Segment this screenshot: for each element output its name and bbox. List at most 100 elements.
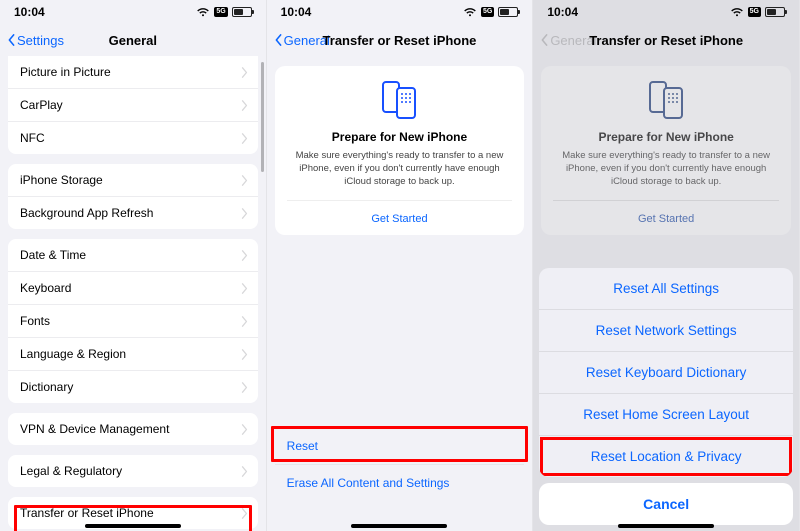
row-legal-regulatory[interactable]: Legal & Regulatory [8, 455, 258, 487]
nav-bar: General Transfer or Reset iPhone [533, 24, 799, 56]
battery-icon [498, 7, 518, 17]
status-time: 10:04 [14, 5, 45, 19]
two-iphones-icon [644, 80, 688, 120]
home-indicator[interactable] [85, 524, 181, 528]
home-indicator[interactable] [618, 524, 714, 528]
screen-reset-action-sheet: 10:04 5G General Transfer or Reset iPhon… [533, 0, 800, 531]
group-media: Picture in Picture CarPlay NFC [8, 56, 258, 154]
row-label: Language & Region [20, 347, 126, 361]
back-label: Settings [17, 33, 64, 48]
group-localization: Date & Time Keyboard Fonts Language & Re… [8, 239, 258, 403]
chevron-right-icon [241, 208, 248, 219]
status-time: 10:04 [547, 5, 578, 19]
chevron-right-icon [241, 175, 248, 186]
back-label: General [550, 33, 596, 48]
chevron-right-icon [241, 382, 248, 393]
row-label: Fonts [20, 314, 50, 328]
card-subtitle: Make sure everything's ready to transfer… [553, 150, 779, 188]
sheet-row-label: Reset Location & Privacy [591, 449, 742, 464]
row-label: Picture in Picture [20, 65, 111, 79]
sheet-reset-location-privacy[interactable]: Reset Location & Privacy [539, 436, 793, 477]
network-5g-badge: 5G [214, 7, 227, 17]
row-label: VPN & Device Management [20, 422, 169, 436]
home-indicator[interactable] [351, 524, 447, 528]
row-label: Legal & Regulatory [20, 464, 122, 478]
sheet-cancel-button[interactable]: Cancel [539, 483, 793, 525]
sheet-reset-keyboard-dictionary[interactable]: Reset Keyboard Dictionary [539, 352, 793, 394]
status-bar: 10:04 5G [0, 0, 266, 24]
back-settings[interactable]: Settings [8, 33, 64, 48]
sheet-reset-all-settings[interactable]: Reset All Settings [539, 268, 793, 310]
row-label: NFC [20, 131, 45, 145]
chevron-right-icon [241, 100, 248, 111]
group-legal: Legal & Regulatory [8, 455, 258, 487]
row-carplay[interactable]: CarPlay [8, 89, 258, 122]
group-vpn: VPN & Device Management [8, 413, 258, 445]
status-bar: 10:04 5G [533, 0, 799, 24]
battery-icon [232, 7, 252, 17]
sheet-reset-network-settings[interactable]: Reset Network Settings [539, 310, 793, 352]
status-right: 5G [730, 7, 785, 17]
row-label: CarPlay [20, 98, 63, 112]
prepare-card: Prepare for New iPhone Make sure everyth… [275, 66, 525, 235]
wifi-icon [196, 7, 210, 17]
chevron-right-icon [241, 283, 248, 294]
screen-general-settings: 10:04 5G Settings General Picture in Pic… [0, 0, 267, 531]
card-subtitle: Make sure everything's ready to transfer… [287, 150, 513, 188]
sheet-reset-home-screen-layout[interactable]: Reset Home Screen Layout [539, 394, 793, 436]
screen-transfer-or-reset: 10:04 5G General Transfer or Reset iPhon… [267, 0, 534, 531]
status-right: 5G [463, 7, 518, 17]
back-general[interactable]: General [275, 33, 330, 48]
row-label: Keyboard [20, 281, 71, 295]
status-bar: 10:04 5G [267, 0, 533, 24]
row-keyboard[interactable]: Keyboard [8, 272, 258, 305]
nav-bar: General Transfer or Reset iPhone [267, 24, 533, 56]
chevron-left-icon [275, 34, 282, 46]
highlight-annotation [271, 426, 529, 462]
row-date-time[interactable]: Date & Time [8, 239, 258, 272]
chevron-right-icon [241, 466, 248, 477]
chevron-left-icon [541, 34, 548, 46]
card-title: Prepare for New iPhone [598, 130, 733, 144]
battery-icon [765, 7, 785, 17]
settings-list: Picture in Picture CarPlay NFC iPhone St… [0, 56, 266, 531]
nav-bar: Settings General [0, 24, 266, 56]
chevron-right-icon [241, 133, 248, 144]
row-iphone-storage[interactable]: iPhone Storage [8, 164, 258, 197]
back-label: General [284, 33, 330, 48]
row-picture-in-picture[interactable]: Picture in Picture [8, 56, 258, 89]
row-label: Date & Time [20, 248, 86, 262]
row-nfc[interactable]: NFC [8, 122, 258, 154]
scrollbar[interactable] [261, 62, 264, 172]
row-erase-all[interactable]: Erase All Content and Settings [275, 465, 525, 501]
status-time: 10:04 [281, 5, 312, 19]
chevron-right-icon [241, 316, 248, 327]
chevron-right-icon [241, 349, 248, 360]
prepare-card-dimmed: Prepare for New iPhone Make sure everyth… [541, 66, 791, 235]
chevron-right-icon [241, 67, 248, 78]
reset-row-wrapper: Reset [275, 428, 525, 465]
row-label: Dictionary [20, 380, 73, 394]
bottom-options: Reset Erase All Content and Settings [275, 428, 525, 501]
chevron-left-icon [8, 34, 15, 46]
wifi-icon [463, 7, 477, 17]
two-iphones-icon [377, 80, 421, 120]
status-right: 5G [196, 7, 251, 17]
network-5g-badge: 5G [748, 7, 761, 17]
action-sheet-options: Reset All Settings Reset Network Setting… [539, 268, 793, 477]
action-sheet: Reset All Settings Reset Network Setting… [539, 268, 793, 525]
chevron-right-icon [241, 424, 248, 435]
row-label: iPhone Storage [20, 173, 103, 187]
get-started-link-dimmed: Get Started [553, 200, 779, 235]
row-dictionary[interactable]: Dictionary [8, 371, 258, 403]
row-language-region[interactable]: Language & Region [8, 338, 258, 371]
row-background-app-refresh[interactable]: Background App Refresh [8, 197, 258, 229]
get-started-link[interactable]: Get Started [287, 200, 513, 235]
group-storage: iPhone Storage Background App Refresh [8, 164, 258, 229]
wifi-icon [730, 7, 744, 17]
network-5g-badge: 5G [481, 7, 494, 17]
row-fonts[interactable]: Fonts [8, 305, 258, 338]
row-label: Background App Refresh [20, 206, 153, 220]
row-vpn-device-management[interactable]: VPN & Device Management [8, 413, 258, 445]
chevron-right-icon [241, 250, 248, 261]
